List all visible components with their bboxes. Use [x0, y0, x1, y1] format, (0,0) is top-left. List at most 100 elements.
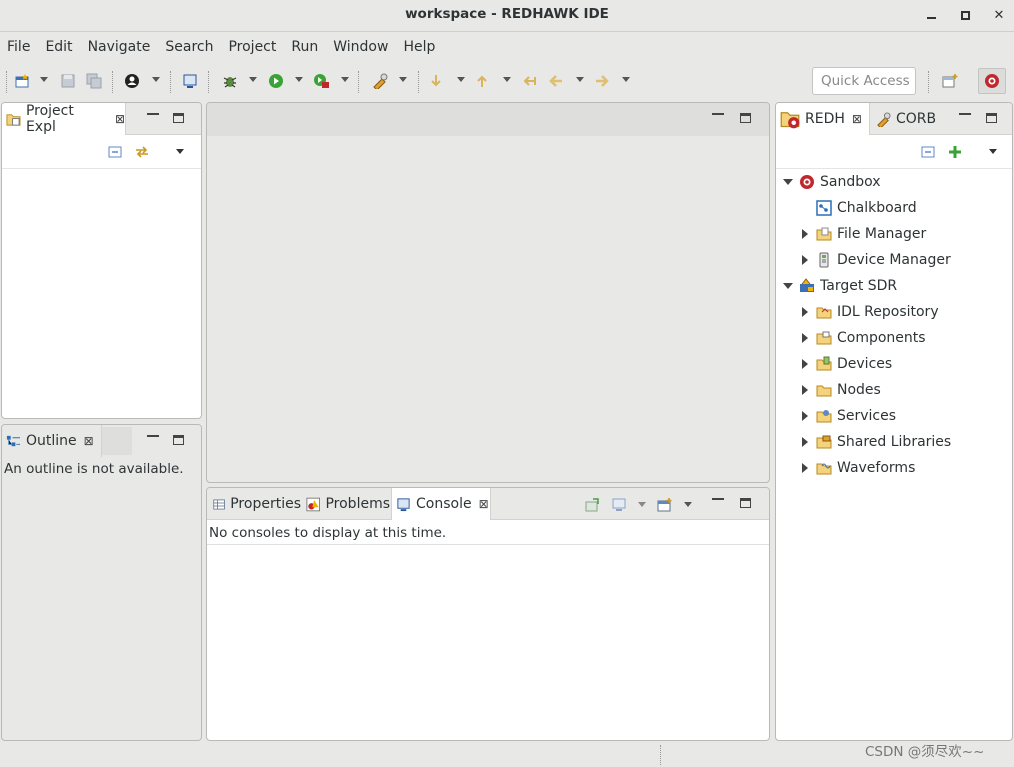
next-annotation-icon[interactable] [426, 71, 446, 91]
collapsed-arrow-icon[interactable] [802, 333, 808, 343]
folder-icon [816, 307, 832, 319]
back-dropdown-arrow[interactable] [576, 77, 584, 82]
run-icon[interactable] [266, 71, 286, 91]
menu-search[interactable]: Search [165, 39, 213, 55]
menu-file[interactable]: File [7, 39, 30, 55]
collapsed-arrow-icon[interactable] [802, 307, 808, 317]
minimize-icon[interactable] [712, 113, 724, 115]
tree-item-idl-repository[interactable]: IDL Repository [802, 300, 939, 324]
maximize-icon[interactable] [740, 498, 751, 508]
tool-dropdown-arrow[interactable] [399, 77, 407, 82]
tree-item-devices[interactable]: Devices [802, 352, 892, 376]
maximize-icon[interactable] [173, 113, 184, 123]
device-manager-icon [819, 252, 829, 268]
collapse-all-icon[interactable] [921, 145, 935, 159]
menu-navigate[interactable]: Navigate [88, 39, 151, 55]
tab-corba-name-browser[interactable]: CORB [872, 103, 942, 135]
add-connection-icon[interactable] [947, 144, 963, 160]
close-tab-icon[interactable]: ⊠ [479, 497, 489, 511]
minimize-window-button[interactable] [920, 5, 942, 25]
collapsed-arrow-icon[interactable] [802, 437, 808, 447]
tab-redhawk-explorer[interactable]: REDH ⊠ [776, 103, 870, 135]
expanded-arrow-icon[interactable] [783, 179, 793, 185]
collapsed-arrow-icon[interactable] [802, 359, 808, 369]
tab-properties[interactable]: Properties [209, 488, 301, 520]
external-tools-icon[interactable] [312, 71, 332, 91]
menu-project[interactable]: Project [228, 39, 276, 55]
minimize-icon[interactable] [712, 498, 724, 500]
forward-icon[interactable] [592, 71, 612, 91]
tree-item-waveforms[interactable]: Waveforms [802, 456, 915, 480]
forward-dropdown-arrow[interactable] [622, 77, 630, 82]
open-perspective-tool-icon[interactable] [370, 71, 390, 91]
maximize-icon[interactable] [740, 113, 751, 123]
collapsed-arrow-icon[interactable] [802, 385, 808, 395]
folder-icon [816, 435, 832, 449]
link-with-editor-icon[interactable] [134, 144, 150, 160]
menu-bar: File Edit Navigate Search Project Run Wi… [0, 33, 1014, 61]
open-console-icon[interactable] [657, 497, 673, 513]
run-dropdown-arrow[interactable] [295, 77, 303, 82]
tree-item-file-manager[interactable]: File Manager [802, 222, 926, 246]
maximize-icon[interactable] [986, 113, 997, 123]
maximize-window-button[interactable] [954, 5, 976, 25]
debug-dropdown-arrow[interactable] [249, 77, 257, 82]
menu-edit[interactable]: Edit [45, 39, 72, 55]
collapsed-arrow-icon[interactable] [802, 463, 808, 473]
pin-console-icon[interactable] [585, 497, 601, 513]
previous-annotation-icon[interactable] [472, 71, 492, 91]
collapsed-arrow-icon[interactable] [802, 229, 808, 239]
expanded-arrow-icon[interactable] [783, 283, 793, 289]
external-tools-dropdown-arrow[interactable] [341, 77, 349, 82]
tree-item-sandbox[interactable]: Sandbox [783, 170, 881, 194]
display-console-dropdown[interactable] [638, 502, 646, 507]
tree-item-device-manager[interactable]: Device Manager [802, 248, 951, 272]
collapsed-arrow-icon[interactable] [802, 255, 808, 265]
tab-problems[interactable]: Problems [302, 488, 390, 520]
tree-item-nodes[interactable]: Nodes [802, 378, 881, 402]
tree-item-services[interactable]: Services [802, 404, 896, 428]
tab-outline[interactable]: Outline ⊠ [2, 425, 102, 457]
console-toggle-icon[interactable] [180, 71, 200, 91]
minimize-icon[interactable] [147, 113, 159, 115]
debug-icon[interactable] [220, 71, 240, 91]
file-manager-icon [816, 227, 832, 241]
user-profile-icon[interactable] [122, 71, 142, 91]
minimize-icon[interactable] [959, 113, 971, 115]
last-edit-location-icon[interactable] [520, 71, 540, 91]
close-tab-icon[interactable]: ⊠ [852, 112, 862, 126]
quick-access-field[interactable]: Quick Access [812, 67, 916, 95]
tree-item-chalkboard[interactable]: Chalkboard [816, 196, 917, 220]
save-all-icon[interactable] [84, 71, 104, 91]
view-menu-icon[interactable] [176, 149, 184, 154]
menu-help[interactable]: Help [403, 39, 435, 55]
new-dropdown-arrow[interactable] [40, 77, 48, 82]
minimize-icon[interactable] [147, 435, 159, 437]
close-tab-icon[interactable]: ⊠ [115, 112, 125, 126]
profile-dropdown-arrow[interactable] [152, 77, 160, 82]
tree-item-shared-libraries[interactable]: Shared Libraries [802, 430, 951, 454]
view-menu-icon[interactable] [989, 149, 997, 154]
tab-console[interactable]: Console ⊠ [391, 488, 491, 520]
back-icon[interactable] [546, 71, 566, 91]
menu-run[interactable]: Run [291, 39, 318, 55]
open-perspective-icon[interactable] [940, 71, 960, 91]
maximize-icon[interactable] [173, 435, 184, 445]
open-console-dropdown[interactable] [684, 502, 692, 507]
save-icon[interactable] [58, 71, 78, 91]
previous-annotation-dropdown-arrow[interactable] [503, 77, 511, 82]
collapse-all-icon[interactable] [108, 145, 122, 159]
tab-project-explorer[interactable]: Project Expl ⊠ [2, 103, 126, 135]
outline-icon [6, 435, 21, 446]
redhawk-explorer-panel: REDH ⊠ CORB Sandbox Chalkboard File Mana… [775, 102, 1013, 741]
display-console-icon[interactable] [611, 497, 627, 513]
next-annotation-dropdown-arrow[interactable] [457, 77, 465, 82]
close-tab-icon[interactable]: ⊠ [84, 434, 94, 448]
new-wizard-icon[interactable] [12, 71, 32, 91]
collapsed-arrow-icon[interactable] [802, 411, 808, 421]
close-window-button[interactable]: ✕ [988, 5, 1010, 25]
menu-window[interactable]: Window [333, 39, 388, 55]
redhawk-perspective-button[interactable] [978, 68, 1006, 94]
tree-item-components[interactable]: Components [802, 326, 926, 350]
tree-item-target-sdr[interactable]: Target SDR [783, 274, 897, 298]
